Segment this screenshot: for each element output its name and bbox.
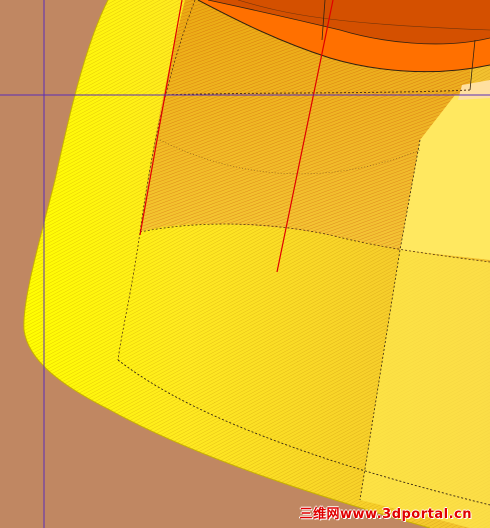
cad-viewport[interactable]: 三维网www.3dportal.cn — [0, 0, 490, 528]
watermark-text: 三维网www.3dportal.cn — [299, 507, 472, 522]
shaded-surface-model[interactable] — [0, 0, 490, 528]
